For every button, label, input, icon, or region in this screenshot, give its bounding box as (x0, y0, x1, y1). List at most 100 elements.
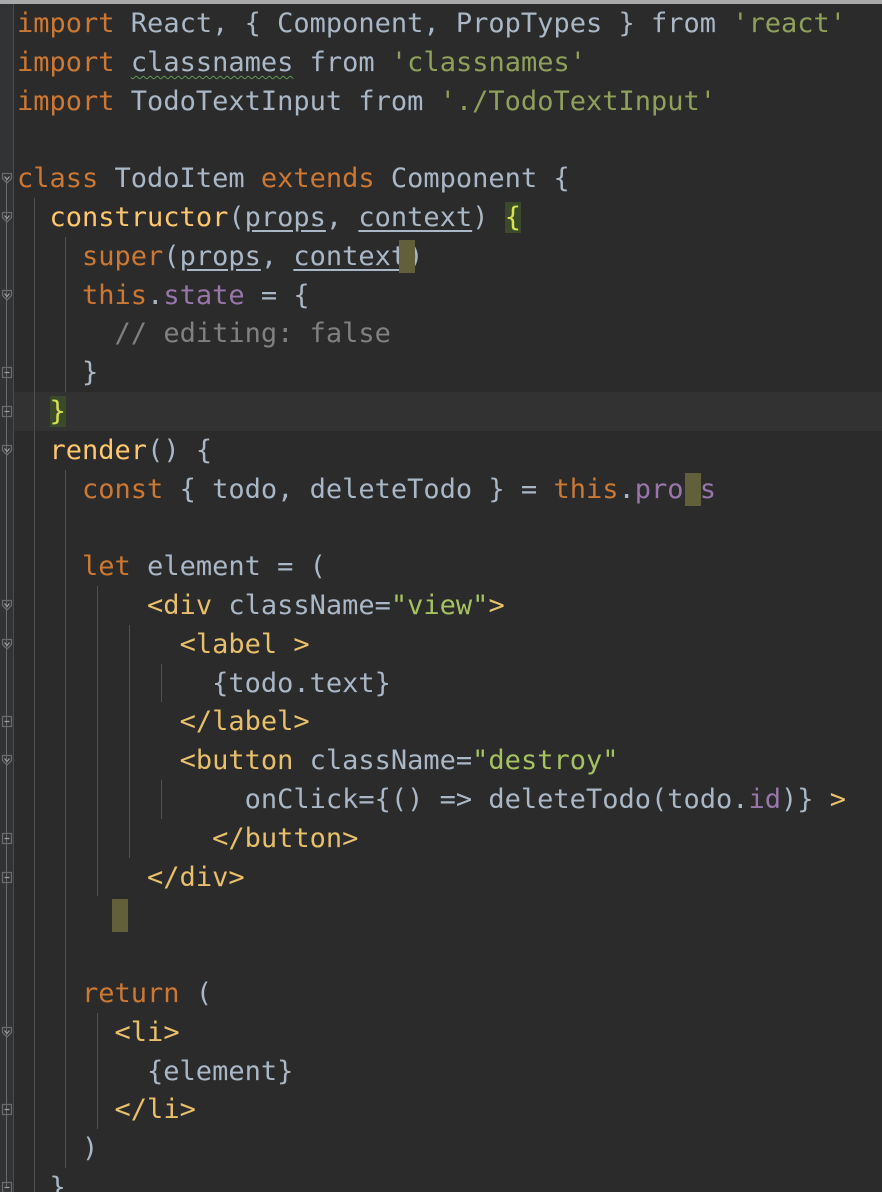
code-line[interactable]: ) (17, 1129, 98, 1168)
code-token: extends (260, 163, 375, 195)
code-line[interactable] (17, 935, 33, 974)
code-line[interactable]: import TodoTextInput from './TodoTextInp… (17, 82, 716, 121)
code-line[interactable]: import classnames from 'classnames' (17, 43, 586, 82)
fold-marker-state-object[interactable] (0, 288, 14, 303)
code-token: ( (179, 978, 213, 1009)
code-line[interactable]: this.state = { (17, 276, 310, 315)
code-token: {todo.text} (17, 667, 391, 699)
fold-marker-jsx-div-end[interactable] (0, 870, 14, 885)
code-line[interactable]: constructor(props, context) { (17, 198, 521, 237)
code-line[interactable]: // editing: false (17, 314, 391, 353)
code-line[interactable]: <li> (17, 1013, 180, 1052)
fold-marker-constructor[interactable] (0, 210, 14, 225)
code-line[interactable]: render() { (17, 431, 213, 470)
code-line[interactable]: return ( (17, 974, 212, 1013)
code-token: ) (17, 1133, 99, 1165)
code-line[interactable]: } (17, 1168, 66, 1192)
fold-marker-render[interactable] (0, 443, 14, 458)
code-token: props (244, 202, 326, 233)
code-token: this (82, 279, 148, 311)
code-token: > (293, 628, 310, 660)
fold-marker-constructor-end[interactable] (0, 404, 14, 419)
code-token: class (17, 163, 99, 195)
code-line[interactable]: } (17, 353, 98, 392)
code-token: </li> (114, 1094, 196, 1126)
code-token: > (829, 784, 847, 815)
code-token: Component { (374, 163, 570, 195)
code-token: return (82, 978, 180, 1009)
code-token: ( (228, 202, 245, 233)
code-line[interactable]: </div> (17, 858, 245, 897)
code-token: TodoTextInput from (114, 85, 440, 117)
code-line[interactable]: </label> (17, 702, 310, 741)
fold-marker-jsx-label-end[interactable] (0, 714, 14, 729)
code-line[interactable]: <button className="destroy" (17, 741, 619, 780)
fold-marker-jsx-li-end[interactable] (0, 1102, 14, 1117)
code-token: </button> (212, 822, 359, 854)
code-line[interactable]: </li> (17, 1090, 196, 1129)
code-token: ) (472, 202, 505, 233)
code-token: <button (179, 745, 294, 777)
code-line[interactable]: let element = ( (17, 547, 326, 586)
code-line[interactable]: <div className="view"> (17, 586, 505, 625)
fold-marker-state-object-end[interactable] (0, 365, 14, 380)
code-token: {element} (17, 1055, 294, 1087)
code-line[interactable]: const { todo, deleteTodo } = this.props (17, 470, 716, 509)
fold-marker-jsx-div[interactable] (0, 598, 14, 613)
code-token: constructor (49, 202, 229, 233)
code-line[interactable]: <label > (17, 625, 310, 664)
code-token: render (49, 434, 148, 466)
code-token: import (17, 46, 115, 78)
code-line[interactable]: onClick={() => deleteTodo(todo.id)} > (17, 780, 847, 819)
caret-after-this-props (684, 472, 701, 506)
code-token: "view" (390, 590, 489, 621)
code-token: , (260, 240, 294, 272)
code-token: ( (163, 240, 180, 272)
code-token: id (748, 784, 782, 815)
code-token: { todo, deleteTodo } = (163, 473, 554, 505)
fold-marker-render-end[interactable] (0, 1180, 14, 1192)
code-line[interactable]: import React, { Component, PropTypes } f… (17, 4, 846, 43)
code-token: className= (293, 745, 473, 777)
code-line[interactable]: super(props, context) (17, 237, 423, 276)
code-token: this (553, 473, 619, 505)
caret-after-super-call (398, 239, 415, 273)
code-line[interactable]: } (17, 392, 66, 431)
code-token: import (17, 8, 115, 39)
code-text-area[interactable]: import React, { Component, PropTypes } f… (14, 4, 882, 1192)
code-line[interactable]: </button> (17, 819, 358, 858)
fold-marker-class-todoitem[interactable] (0, 171, 14, 186)
code-line[interactable]: {element} (17, 1052, 293, 1091)
code-token: <div (147, 590, 213, 621)
fold-marker-jsx-li[interactable] (0, 1025, 14, 1040)
code-token: const (82, 473, 164, 505)
code-line[interactable]: {todo.text} (17, 664, 391, 703)
code-line[interactable]: class TodoItem extends Component { (17, 159, 570, 198)
fold-marker-jsx-button-end[interactable] (0, 831, 14, 846)
code-line[interactable] (17, 120, 33, 159)
code-token: props (179, 240, 261, 272)
code-token: , (325, 202, 359, 233)
current-line-highlight (14, 392, 882, 431)
code-token: > (488, 590, 505, 621)
code-token: let (82, 551, 131, 583)
code-token: super (82, 240, 164, 272)
fold-marker-jsx-label[interactable] (0, 637, 14, 652)
code-token: React, { Component, PropTypes } from (114, 8, 733, 39)
code-line[interactable] (17, 508, 33, 547)
fold-marker-jsx-button[interactable] (0, 753, 14, 768)
code-token: 'react' (732, 8, 847, 39)
code-token: context (293, 240, 408, 272)
code-token: // editing: false (114, 318, 391, 350)
